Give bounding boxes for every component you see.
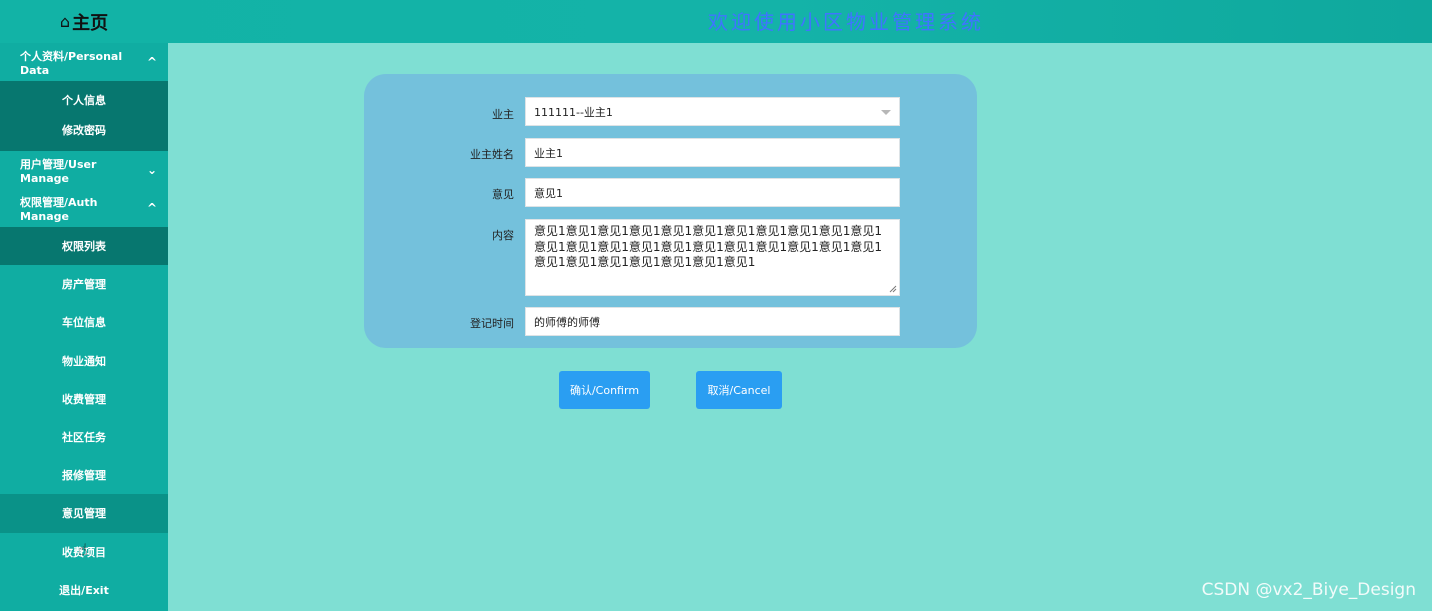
sidebar-group-label: 个人资料/Personal Data xyxy=(20,49,123,77)
register-time-input[interactable]: 的师傅的师傅 xyxy=(525,307,900,336)
confirm-button[interactable]: 确认/Confirm xyxy=(559,371,650,409)
sidebar-group-personal-data[interactable]: 个人资料/Personal Data ^ xyxy=(0,43,168,81)
cancel-button[interactable]: 取消/Cancel xyxy=(696,371,782,409)
sidebar-item-community-tasks[interactable]: 社区任务 xyxy=(0,418,168,456)
watermark: CSDN @vx2_Biye_Design xyxy=(1201,580,1416,600)
dropdown-caret-icon xyxy=(881,110,891,115)
home-icon: ⌂ xyxy=(59,12,71,31)
sidebar-item-repair-management[interactable]: 报修管理 xyxy=(0,456,168,494)
chevron-down-icon: ⌄ xyxy=(146,163,157,177)
sidebar-group-label: 用户管理/User Manage xyxy=(20,157,97,185)
top-bar: ⌂ 主页 欢迎使用小区物业管理系统 xyxy=(0,0,1432,43)
opinion-row: 意见 意见1 xyxy=(364,178,977,207)
chevron-up-icon: ^ xyxy=(146,201,157,215)
sidebar-submenu-personal-data: 个人信息 修改密码 xyxy=(0,81,168,151)
owner-select[interactable]: 111111--业主1 xyxy=(525,97,900,126)
sidebar-group-user-manage[interactable]: 用户管理/User Manage ⌄ xyxy=(0,151,168,189)
owner-name-label: 业主姓名 xyxy=(470,148,514,161)
owner-label: 业主 xyxy=(492,108,514,121)
owner-name-row: 业主姓名 业主1 xyxy=(364,138,977,167)
home-label: 主页 xyxy=(72,12,109,34)
site-title: 欢迎使用小区物业管理系统 xyxy=(708,10,984,34)
sidebar-item-opinion-management[interactable]: 意见管理 xyxy=(0,494,168,533)
sidebar-group-label: 权限管理/Auth Manage xyxy=(20,195,98,223)
register-time-label: 登记时间 xyxy=(470,317,514,330)
sidebar-item-property-management[interactable]: 房产管理 xyxy=(0,265,168,303)
sidebar-item-property-notice[interactable]: 物业通知 xyxy=(0,342,168,380)
opinion-form: 业主 111111--业主1 业主姓名 业主1 意见 意见1 内容 意见1意见1… xyxy=(364,74,977,348)
owner-select-value: 111111--业主1 xyxy=(534,105,613,119)
resize-handle-icon[interactable] xyxy=(889,285,897,293)
owner-row: 业主 111111--业主1 xyxy=(364,97,977,126)
sidebar-item-fee-management[interactable]: 收费管理 xyxy=(0,380,168,418)
sidebar-item-exit[interactable]: 退出/Exit xyxy=(0,571,168,609)
hand-cursor-icon: ☝ xyxy=(78,540,88,559)
content-label: 内容 xyxy=(492,229,514,242)
content-row: 内容 意见1意见1意见1意见1意见1意见1意见1意见1意见1意见1意见1意见1意… xyxy=(364,219,977,296)
home-link[interactable]: ⌂ 主页 xyxy=(0,0,168,43)
content-textarea[interactable]: 意见1意见1意见1意见1意见1意见1意见1意见1意见1意见1意见1意见1意见1意… xyxy=(525,219,900,296)
sidebar: 个人资料/Personal Data ^ 个人信息 修改密码 用户管理/User… xyxy=(0,43,168,611)
sidebar-group-auth-manage[interactable]: 权限管理/Auth Manage ^ xyxy=(0,189,168,227)
owner-name-input[interactable]: 业主1 xyxy=(525,138,900,167)
chevron-up-icon: ^ xyxy=(146,55,157,69)
opinion-input[interactable]: 意见1 xyxy=(525,178,900,207)
sidebar-item-parking-info[interactable]: 车位信息 xyxy=(0,303,168,341)
content-text: 意见1意见1意见1意见1意见1意见1意见1意见1意见1意见1意见1意见1意见1意… xyxy=(534,224,882,269)
opinion-label: 意见 xyxy=(492,188,514,201)
sidebar-item-change-password[interactable]: 修改密码 xyxy=(0,115,168,145)
sidebar-item-personal-info[interactable]: 个人信息 xyxy=(0,85,168,115)
sidebar-item-permission-list[interactable]: 权限列表 xyxy=(0,227,168,266)
register-time-row: 登记时间 的师傅的师傅 xyxy=(364,307,977,336)
